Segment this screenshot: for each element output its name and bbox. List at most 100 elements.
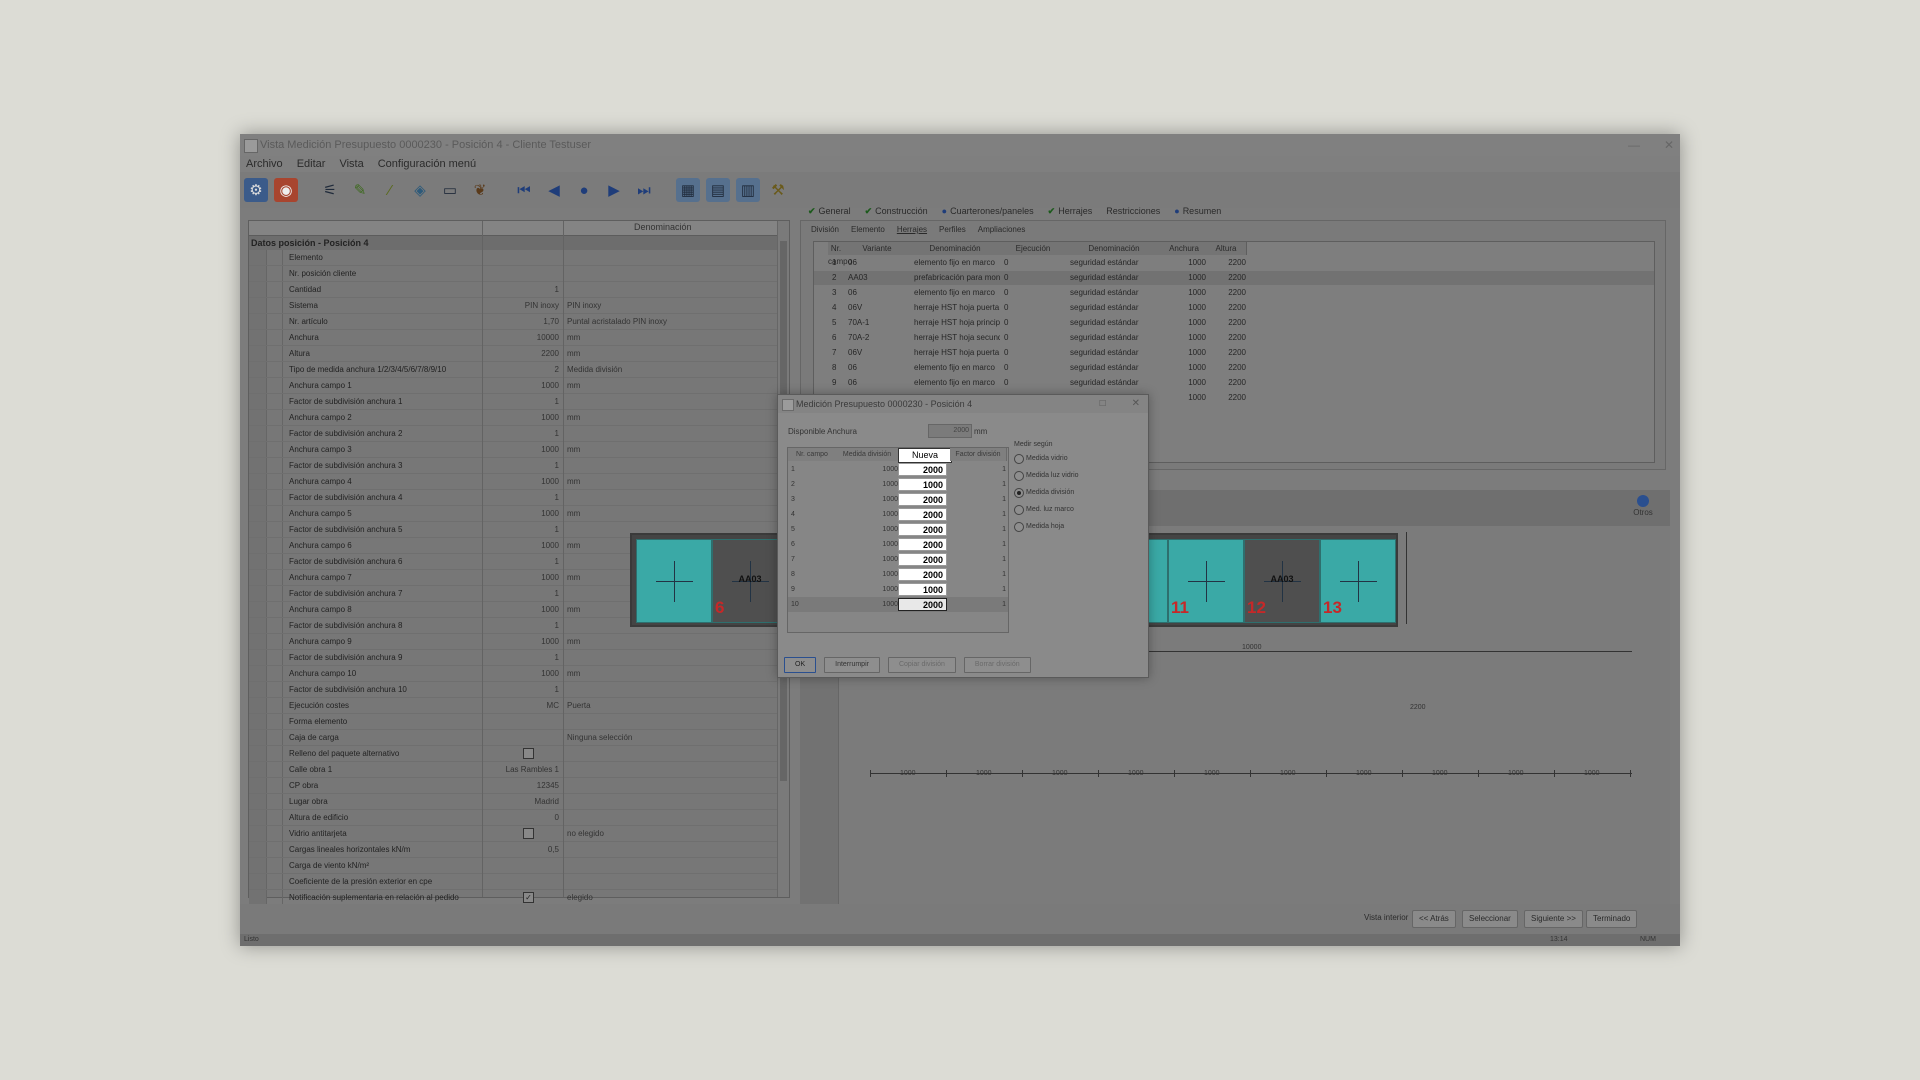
- property-row[interactable]: Ejecución costes MC Puerta: [249, 698, 777, 714]
- copy-division-button[interactable]: Copiar división: [887, 657, 956, 673]
- menu-archivo[interactable]: Archivo: [246, 156, 283, 172]
- tab-resumen[interactable]: ● Resumen: [1174, 202, 1221, 220]
- new-measure-input[interactable]: 2000: [898, 508, 947, 521]
- new-measure-input[interactable]: 2000: [898, 553, 947, 566]
- grid-row[interactable]: 9 06 elemento fijo en marco 0 seguridad está…: [814, 376, 1654, 390]
- measure-by-option[interactable]: Med. luz marco: [1014, 504, 1079, 521]
- prev-icon[interactable]: ◀: [542, 178, 566, 202]
- menu-vista[interactable]: Vista: [339, 156, 363, 172]
- grid-row[interactable]: 4 06V herraje HST hoja puerta corredera 0 se…: [814, 301, 1654, 315]
- property-row[interactable]: Anchura campo 1 1000 mm: [249, 378, 777, 394]
- measure-row[interactable]: 4 1000 2000 1: [788, 507, 1008, 522]
- tab-restricciones[interactable]: Restricciones: [1106, 202, 1160, 220]
- new-measure-input[interactable]: 2000: [898, 493, 947, 506]
- property-row[interactable]: Factor de subdivisión anchura 9 1: [249, 650, 777, 666]
- dialog-maximize-icon[interactable]: □: [1100, 395, 1106, 413]
- ok-button[interactable]: OK: [784, 657, 817, 673]
- property-value[interactable]: 1: [489, 650, 559, 665]
- property-value[interactable]: 1: [489, 554, 559, 569]
- property-value[interactable]: 1000: [489, 442, 559, 457]
- property-row[interactable]: Factor de subdivisión anchura 2 1: [249, 426, 777, 442]
- property-row[interactable]: Coeficiente de la presión exterior en cp…: [249, 874, 777, 890]
- property-value[interactable]: 1000: [489, 474, 559, 489]
- property-row[interactable]: Altura de edificio 0: [249, 810, 777, 826]
- property-value[interactable]: 0,5: [489, 842, 559, 857]
- property-row[interactable]: Nr. posición cliente: [249, 266, 777, 282]
- table-icon[interactable]: ▤: [706, 178, 730, 202]
- measure-by-option[interactable]: Medida luz vidrio: [1014, 470, 1079, 487]
- property-value[interactable]: 1,70: [489, 314, 559, 329]
- property-row[interactable]: Lugar obra Madrid: [249, 794, 777, 810]
- record-icon[interactable]: ●: [572, 178, 596, 202]
- property-value[interactable]: 1000: [489, 378, 559, 393]
- tab-construcci-n[interactable]: ✔ Construcción: [865, 202, 928, 220]
- palette-icon[interactable]: ◈: [408, 178, 432, 202]
- measure-by-option[interactable]: Medida división: [1014, 487, 1079, 504]
- property-value[interactable]: 1: [489, 282, 559, 297]
- property-value[interactable]: 2: [489, 362, 559, 377]
- property-row[interactable]: Anchura campo 2 1000 mm: [249, 410, 777, 426]
- measure-by-option[interactable]: Medida hoja: [1014, 521, 1079, 538]
- new-measure-input[interactable]: 2000: [898, 523, 947, 536]
- radio-icon[interactable]: [1014, 505, 1024, 515]
- property-value[interactable]: 1: [489, 682, 559, 697]
- colors-icon[interactable]: ❦: [468, 178, 492, 202]
- first-icon[interactable]: ⏮: [512, 178, 536, 202]
- property-row[interactable]: Factor de subdivisión anchura 10 1: [249, 682, 777, 698]
- document-icon[interactable]: ▭: [438, 178, 462, 202]
- finish-button[interactable]: Terminado: [1586, 910, 1638, 928]
- measure-header[interactable]: Nueva medid: [898, 448, 952, 473]
- property-value[interactable]: 1: [489, 522, 559, 537]
- menu-configuracion[interactable]: Configuración menú: [378, 156, 476, 172]
- new-measure-input[interactable]: 2000: [898, 568, 947, 581]
- property-value[interactable]: MC: [489, 698, 559, 713]
- property-value[interactable]: Madrid: [489, 794, 559, 809]
- measure-row[interactable]: 1 1000 2000 1: [788, 462, 1008, 477]
- radio-icon[interactable]: [1014, 522, 1024, 532]
- available-width-input[interactable]: 2000: [928, 424, 972, 438]
- property-row[interactable]: Relleno del paquete alternativo: [249, 746, 777, 762]
- property-row[interactable]: Calle obra 1 Las Rambles 1: [249, 762, 777, 778]
- property-value[interactable]: 12345: [489, 778, 559, 793]
- radio-icon[interactable]: [1014, 471, 1024, 481]
- tab-general[interactable]: ✔ General: [808, 202, 851, 220]
- next-icon[interactable]: ▶: [602, 178, 626, 202]
- new-measure-input[interactable]: 1000: [898, 478, 947, 491]
- property-row[interactable]: Factor de subdivisión anchura 1 1: [249, 394, 777, 410]
- property-row[interactable]: Anchura campo 4 1000 mm: [249, 474, 777, 490]
- subtab-1[interactable]: Elemento: [851, 225, 885, 234]
- next-button[interactable]: Siguiente >>: [1524, 910, 1583, 928]
- grid-header[interactable]: Anchura: [1162, 242, 1207, 255]
- new-measure-input[interactable]: 1000: [898, 583, 947, 596]
- property-value[interactable]: 0: [489, 810, 559, 825]
- property-row[interactable]: Elemento: [249, 250, 777, 266]
- pencil-icon[interactable]: ✎: [348, 178, 372, 202]
- property-row[interactable]: Carga de viento kN/m²: [249, 858, 777, 874]
- measure-row[interactable]: 6 1000 2000 1: [788, 537, 1008, 552]
- grid-header[interactable]: Altura: [1206, 242, 1247, 255]
- elevation-pane[interactable]: [636, 539, 712, 623]
- grid-header[interactable]: Variante: [844, 242, 911, 255]
- measure-row[interactable]: 9 1000 1000 1: [788, 582, 1008, 597]
- property-row[interactable]: Anchura campo 5 1000 mm: [249, 506, 777, 522]
- property-value[interactable]: 1000: [489, 634, 559, 649]
- minimize-button[interactable]: —: [1628, 134, 1640, 156]
- grid-row[interactable]: 6 70A-2 herraje HST hoja secundaria, o 0 seg…: [814, 331, 1654, 345]
- grid-row[interactable]: 7 06V herraje HST hoja puerta corredera 0 se…: [814, 346, 1654, 360]
- subtab-3[interactable]: Perfiles: [939, 225, 966, 234]
- measure-row[interactable]: 3 1000 2000 1: [788, 492, 1008, 507]
- tab-herrajes[interactable]: ✔ Herrajes: [1048, 202, 1093, 220]
- property-row[interactable]: Cantidad 1: [249, 282, 777, 298]
- select-button[interactable]: Seleccionar: [1462, 910, 1518, 928]
- delete-division-button[interactable]: Borrar división: [963, 657, 1031, 673]
- measure-by-option[interactable]: Medida vidrio: [1014, 453, 1079, 470]
- property-row[interactable]: Anchura campo 9 1000 mm: [249, 634, 777, 650]
- grid-header[interactable]: Denominación: [910, 242, 1001, 255]
- property-value[interactable]: 2200: [489, 346, 559, 361]
- close-button[interactable]: ✕: [1664, 134, 1674, 156]
- property-value[interactable]: Las Rambles 1: [489, 762, 559, 777]
- property-checkbox[interactable]: [523, 828, 534, 839]
- property-row[interactable]: Factor de subdivisión anchura 4 1: [249, 490, 777, 506]
- grid-row[interactable]: 3 06 elemento fijo en marco 0 seguridad está…: [814, 286, 1654, 300]
- property-value[interactable]: 1: [489, 394, 559, 409]
